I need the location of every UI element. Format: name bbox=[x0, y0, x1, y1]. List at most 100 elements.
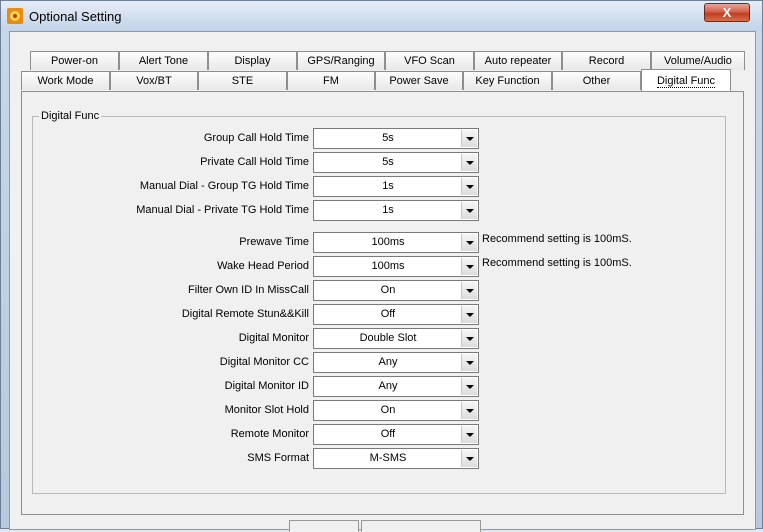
dropdown-arrow-icon[interactable] bbox=[461, 354, 477, 371]
field-private-call-hold-time: Private Call Hold Time 5s bbox=[33, 152, 723, 174]
close-button[interactable]: X bbox=[704, 3, 750, 22]
field-hint: Recommend setting is 100mS. bbox=[482, 233, 632, 245]
dropdown-arrow-icon[interactable] bbox=[461, 282, 477, 299]
dropdown-arrow-icon[interactable] bbox=[461, 402, 477, 419]
digital-monitor-select[interactable]: Double Slot bbox=[313, 328, 479, 349]
combo-value: M-SMS bbox=[369, 452, 407, 464]
bottom-button-edge-left[interactable] bbox=[289, 520, 359, 532]
field-label: Monitor Slot Hold bbox=[224, 404, 309, 416]
tab-gps-ranging[interactable]: GPS/Ranging bbox=[297, 51, 385, 70]
optional-setting-window: Optional Setting X Power-on Alert Tone D… bbox=[0, 0, 763, 532]
dropdown-arrow-icon[interactable] bbox=[461, 130, 477, 147]
app-icon bbox=[7, 8, 23, 24]
tab-volume-audio[interactable]: Volume/Audio bbox=[651, 51, 745, 70]
combo-value: 5s bbox=[382, 156, 394, 168]
field-label: Manual Dial - Group TG Hold Time bbox=[139, 180, 309, 192]
field-wake-head-period: Wake Head Period 100ms Recommend setting… bbox=[33, 256, 723, 278]
field-label: Wake Head Period bbox=[217, 260, 309, 272]
field-label: Digital Monitor bbox=[238, 332, 309, 344]
digital-remote-stun-kill-select[interactable]: Off bbox=[313, 304, 479, 325]
tab-fm[interactable]: FM bbox=[287, 71, 375, 90]
combo-value: 1s bbox=[382, 180, 394, 192]
combo-value: 5s bbox=[382, 132, 394, 144]
field-manual-dial-group-tg-hold-time: Manual Dial - Group TG Hold Time 1s bbox=[33, 176, 723, 198]
tab-display[interactable]: Display bbox=[208, 51, 297, 70]
tab-auto-repeater[interactable]: Auto repeater bbox=[474, 51, 562, 70]
field-label: Filter Own ID In MissCall bbox=[187, 284, 309, 296]
dropdown-arrow-icon[interactable] bbox=[461, 306, 477, 323]
field-digital-monitor: Digital Monitor Double Slot bbox=[33, 328, 723, 350]
bottom-button-edge-right[interactable] bbox=[361, 520, 481, 532]
filter-own-id-in-misscall-select[interactable]: On bbox=[313, 280, 479, 301]
combo-value: 100ms bbox=[371, 236, 405, 248]
field-filter-own-id-in-misscall: Filter Own ID In MissCall On bbox=[33, 280, 723, 302]
field-manual-dial-private-tg-hold-time: Manual Dial - Private TG Hold Time 1s bbox=[33, 200, 723, 222]
field-group-call-hold-time: Group Call Hold Time 5s bbox=[33, 128, 723, 150]
manual-dial-group-tg-hold-time-select[interactable]: 1s bbox=[313, 176, 479, 197]
combo-value: On bbox=[380, 404, 396, 416]
tab-record[interactable]: Record bbox=[562, 51, 651, 70]
field-digital-monitor-id: Digital Monitor ID Any bbox=[33, 376, 723, 398]
field-digital-remote-stun-kill: Digital Remote Stun&&Kill Off bbox=[33, 304, 723, 326]
remote-monitor-select[interactable]: Off bbox=[313, 424, 479, 445]
private-call-hold-time-select[interactable]: 5s bbox=[313, 152, 479, 173]
field-label: SMS Format bbox=[247, 452, 309, 464]
settings-tabs: Power-on Alert Tone Display GPS/Ranging … bbox=[20, 46, 745, 516]
digital-monitor-id-select[interactable]: Any bbox=[313, 376, 479, 397]
tab-power-save[interactable]: Power Save bbox=[375, 71, 463, 90]
field-prewave-time: Prewave Time 100ms Recommend setting is … bbox=[33, 232, 723, 254]
field-label: Digital Monitor ID bbox=[224, 380, 309, 392]
combo-value: Double Slot bbox=[359, 332, 417, 344]
digital-monitor-cc-select[interactable]: Any bbox=[313, 352, 479, 373]
combo-value: Any bbox=[378, 380, 398, 392]
dropdown-arrow-icon[interactable] bbox=[461, 450, 477, 467]
dropdown-arrow-icon[interactable] bbox=[461, 258, 477, 275]
field-label: Prewave Time bbox=[239, 236, 309, 248]
tab-vfo-scan[interactable]: VFO Scan bbox=[385, 51, 474, 70]
tab-power-on[interactable]: Power-on bbox=[30, 51, 119, 70]
field-hint: Recommend setting is 100mS. bbox=[482, 257, 632, 269]
wake-head-period-select[interactable]: 100ms bbox=[313, 256, 479, 277]
tab-row-front: Work Mode Vox/BT STE FM Power Save Key F… bbox=[20, 69, 745, 91]
group-call-hold-time-select[interactable]: 5s bbox=[313, 128, 479, 149]
sms-format-select[interactable]: M-SMS bbox=[313, 448, 479, 469]
field-label: Group Call Hold Time bbox=[203, 132, 309, 144]
field-label: Remote Monitor bbox=[230, 428, 309, 440]
dropdown-arrow-icon[interactable] bbox=[461, 378, 477, 395]
title-bar[interactable]: Optional Setting X bbox=[1, 1, 762, 31]
window-title: Optional Setting bbox=[29, 9, 122, 24]
field-label: Private Call Hold Time bbox=[200, 156, 309, 168]
combo-value: Off bbox=[380, 428, 396, 440]
monitor-slot-hold-select[interactable]: On bbox=[313, 400, 479, 421]
combo-value: On bbox=[380, 284, 396, 296]
field-digital-monitor-cc: Digital Monitor CC Any bbox=[33, 352, 723, 374]
field-monitor-slot-hold: Monitor Slot Hold On bbox=[33, 400, 723, 422]
dropdown-arrow-icon[interactable] bbox=[461, 234, 477, 251]
dialog-client-area: Power-on Alert Tone Display GPS/Ranging … bbox=[9, 31, 756, 532]
dropdown-arrow-icon[interactable] bbox=[461, 330, 477, 347]
tab-digital-func[interactable]: Digital Func bbox=[641, 69, 731, 91]
group-title: Digital Func bbox=[39, 110, 102, 122]
field-remote-monitor: Remote Monitor Off bbox=[33, 424, 723, 446]
tab-key-function[interactable]: Key Function bbox=[463, 71, 552, 90]
field-label: Manual Dial - Private TG Hold Time bbox=[136, 204, 309, 216]
combo-value: 100ms bbox=[371, 260, 405, 272]
tab-vox-bt[interactable]: Vox/BT bbox=[110, 71, 198, 90]
prewave-time-select[interactable]: 100ms bbox=[313, 232, 479, 253]
tab-ste[interactable]: STE bbox=[198, 71, 287, 90]
dropdown-arrow-icon[interactable] bbox=[461, 202, 477, 219]
tab-other[interactable]: Other bbox=[552, 71, 641, 90]
combo-value: 1s bbox=[382, 204, 394, 216]
dropdown-arrow-icon[interactable] bbox=[461, 426, 477, 443]
manual-dial-private-tg-hold-time-select[interactable]: 1s bbox=[313, 200, 479, 221]
combo-value: Any bbox=[378, 356, 398, 368]
dropdown-arrow-icon[interactable] bbox=[461, 178, 477, 195]
tab-row-back: Power-on Alert Tone Display GPS/Ranging … bbox=[20, 51, 745, 71]
tab-alert-tone[interactable]: Alert Tone bbox=[119, 51, 208, 70]
field-label: Digital Remote Stun&&Kill bbox=[181, 308, 309, 320]
field-label: Digital Monitor CC bbox=[219, 356, 309, 368]
combo-value: Off bbox=[380, 308, 396, 320]
dropdown-arrow-icon[interactable] bbox=[461, 154, 477, 171]
tab-work-mode[interactable]: Work Mode bbox=[21, 71, 110, 90]
digital-func-group: Digital Func Group Call Hold Time 5s Pri… bbox=[32, 110, 726, 494]
